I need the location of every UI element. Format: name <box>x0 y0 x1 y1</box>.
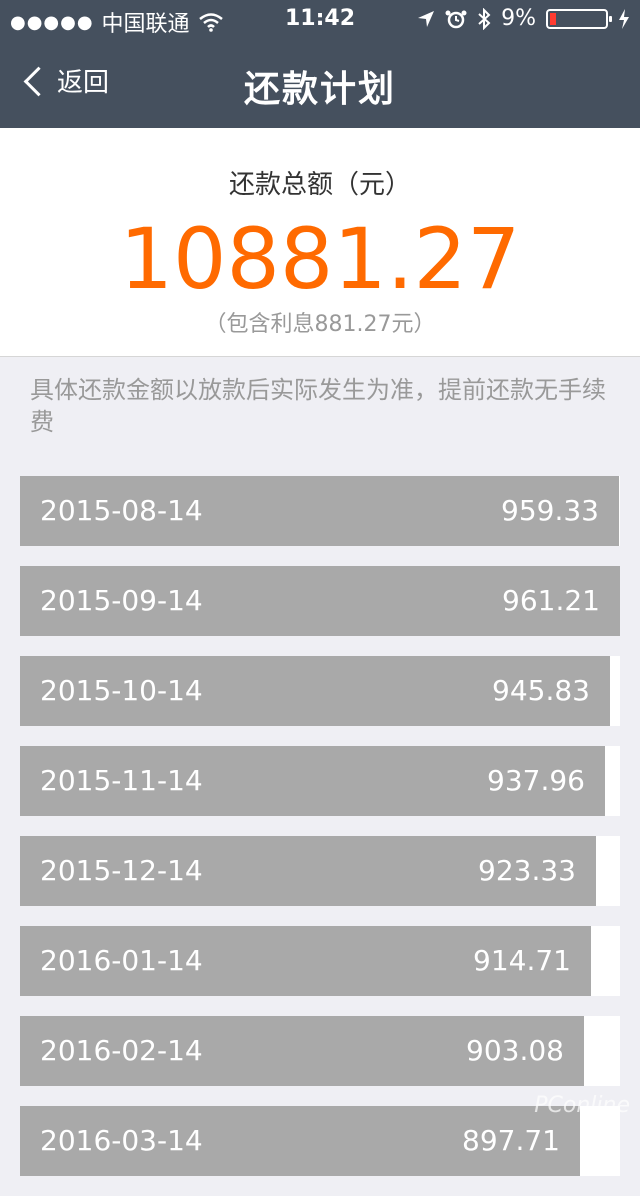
schedule-row: 2016-02-14 903.08 <box>20 1016 620 1086</box>
top-bar: ●●●●● 中国联通 11:42 9% 返回 还款计划 <box>0 0 640 128</box>
interest-note: （包含利息881.27元） <box>204 312 436 337</box>
payment-date: 2016-02-14 <box>40 1034 203 1067</box>
payment-date: 2015-12-14 <box>40 854 203 887</box>
payment-amount: 923.33 <box>478 854 576 887</box>
schedule-row: 2015-11-14 937.96 <box>20 746 620 816</box>
payment-date: 2015-09-14 <box>40 584 203 617</box>
battery-nub <box>609 15 612 22</box>
charging-bolt-icon <box>618 8 630 29</box>
page-title: 还款计划 <box>243 69 396 110</box>
payment-date: 2015-08-14 <box>40 494 203 527</box>
status-right: 9% <box>417 6 630 31</box>
schedule-row: 2016-01-14 914.71 <box>20 926 620 996</box>
payment-date: 2016-01-14 <box>40 944 203 977</box>
battery-level-fill <box>550 12 556 25</box>
schedule-row: 2015-09-14 961.21 <box>20 566 620 636</box>
schedule-row: 2015-10-14 945.83 <box>20 656 620 726</box>
schedule-row: 2015-08-14 959.33 <box>20 476 620 546</box>
status-bar: ●●●●● 中国联通 11:42 9% <box>0 0 640 40</box>
navigation-bar: 返回 还款计划 <box>0 40 640 128</box>
payment-amount: 914.71 <box>473 944 571 977</box>
payment-date: 2016-03-14 <box>40 1124 203 1157</box>
payment-amount: 961.21 <box>502 584 600 617</box>
repayment-schedule-list: 2015-08-14 959.33 2015-09-14 961.21 2015-10-… <box>20 476 620 1196</box>
repayment-summary: 还款总额（元） 10881.27 （包含利息881.27元） <box>0 128 640 357</box>
watermark-logo: PConline <box>534 1093 630 1118</box>
battery-icon <box>546 8 612 29</box>
battery-percent: 9% <box>501 6 536 31</box>
payment-amount: 897.71 <box>462 1124 560 1157</box>
payment-amount: 959.33 <box>501 494 599 527</box>
payment-amount: 945.83 <box>492 674 590 707</box>
payment-date: 2015-10-14 <box>40 674 203 707</box>
total-label: 还款总额（元） <box>228 170 411 200</box>
schedule-row: 2015-12-14 923.33 <box>20 836 620 906</box>
total-amount: 10881.27 <box>119 210 521 308</box>
payment-amount: 937.96 <box>487 764 585 797</box>
disclaimer-note: 具体还款金额以放款后实际发生为准，提前还款无手续费 <box>30 376 606 436</box>
payment-amount: 903.08 <box>466 1034 564 1067</box>
alarm-clock-icon <box>445 9 467 29</box>
location-arrow-icon <box>417 10 435 28</box>
bluetooth-icon <box>477 7 491 30</box>
payment-date: 2015-11-14 <box>40 764 203 797</box>
